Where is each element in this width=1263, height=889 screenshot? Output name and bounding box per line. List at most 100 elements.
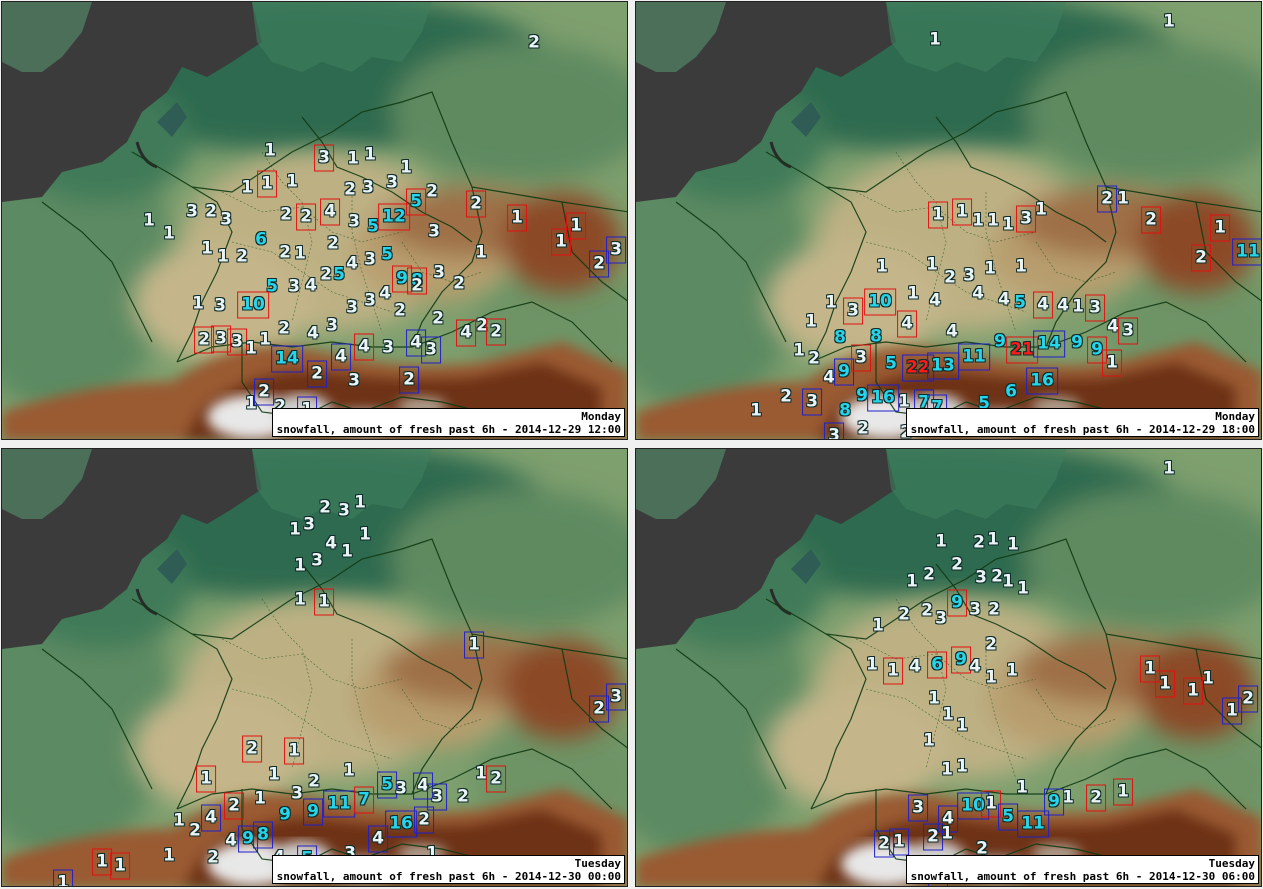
snowfall-value-marker: 2 <box>589 250 609 278</box>
snowfall-value-marker: 2 <box>988 599 1000 620</box>
snowfall-value-marker: 6 <box>1005 381 1017 402</box>
snowfall-value-marker: 3 <box>969 599 981 620</box>
snowfall-value-marker: 3 <box>935 608 947 629</box>
snowfall-value-marker: 1 <box>245 393 257 414</box>
snowfall-value-marker: 2 <box>194 326 214 354</box>
snowfall-value-marker: 1 <box>972 210 984 231</box>
snowfall-value-marker: 1 <box>92 848 112 876</box>
snowfall-value-marker: 1 <box>805 311 817 332</box>
snowfall-value-marker: 1 <box>793 340 805 361</box>
snowfall-value-marker: 1 <box>926 254 938 275</box>
snowfall-value-marker: 1 <box>294 555 306 576</box>
snowfall-value-marker: 1 <box>1007 534 1019 555</box>
snowfall-value-marker: 1 <box>1016 777 1028 798</box>
snowfall-value-marker: 1 <box>923 730 935 751</box>
snowfall-value-marker: 2 <box>426 181 438 202</box>
snowfall-value-marker: 1 <box>929 29 941 50</box>
snowfall-value-marker: 3 <box>421 336 441 364</box>
snowfall-value-marker: 4 <box>1057 295 1069 316</box>
snowfall-value-marker: 1 <box>143 210 155 231</box>
snowfall-value-marker: 14 <box>1033 330 1065 358</box>
snowfall-value-marker: 2 <box>528 32 540 53</box>
snowfall-value-marker: 1 <box>928 201 948 229</box>
snowfall-value-marker: 3 <box>802 388 822 416</box>
snowfall-value-marker: 4 <box>969 656 981 677</box>
snowfall-value-marker: 1 <box>257 170 277 198</box>
map-panel-1: 2 3 1 1 1 1 1 1 1 2 3 3 2 1 3 2 3 2 2 4 3 5 12 5 2 1 1 1 6 2 3 1 1 1 2 2 1 3 5… <box>1 1 628 440</box>
snowfall-value-marker: 1 <box>1210 214 1230 242</box>
snowfall-value-marker: 1 <box>1202 668 1214 689</box>
snowfall-value-marker: 1 <box>254 788 266 809</box>
snowfall-value-marker: 9 <box>303 798 323 826</box>
snowfall-value-marker: 2 <box>486 765 506 793</box>
snowfall-value-marker: 1 <box>464 631 484 659</box>
snowfall-value-marker: 1 <box>956 756 968 777</box>
snowfall-value-marker: 1 <box>259 329 271 350</box>
caption-day: Tuesday <box>1208 857 1255 870</box>
snowfall-value-marker: 2 <box>780 386 792 407</box>
snowfall-value-marker: 2 <box>308 771 320 792</box>
snowfall-value-marker: 2 <box>923 564 935 585</box>
snowfall-value-marker: 2 <box>985 634 997 655</box>
snowfall-value-marker: 8 <box>834 327 846 348</box>
snowfall-value-marker: 9 <box>994 331 1006 352</box>
snowfall-value-marker: 2 <box>1238 685 1258 713</box>
snowfall-value-marker: 1 <box>196 765 216 793</box>
snowfall-value-marker: 1 <box>354 492 366 513</box>
snowfall-value-marker: 2 <box>411 275 423 296</box>
snowfall-value-marker: 1 <box>475 242 487 263</box>
snowfall-value-marker: 5 <box>406 188 426 216</box>
snowfall-value-marker: 2 <box>242 735 262 763</box>
snowfall-value-marker: 1 <box>1102 349 1122 377</box>
snowfall-value-marker: 1 <box>906 571 918 592</box>
snowfall-value-marker: 10 <box>864 288 896 316</box>
snowfall-value-marker: 10 <box>237 291 269 319</box>
snowfall-value-marker: 4 <box>354 333 374 361</box>
snowfall-value-marker: 4 <box>225 830 237 851</box>
snowfall-value-marker: 1 <box>985 667 997 688</box>
caption-text: snowfall, amount of fresh past 6h - 2014… <box>910 870 1255 883</box>
snowfall-value-marker: 3 <box>186 201 198 222</box>
snowfall-value-marker: 21 <box>1006 336 1038 364</box>
snowfall-value-marker: 2 <box>414 806 434 834</box>
snowfall-value-marker: 16 <box>1026 367 1058 395</box>
snowfall-value-marker: 3 <box>362 177 374 198</box>
snowfall-value-marker: 1 <box>314 588 334 616</box>
snowfall-value-marker: 1 <box>987 529 999 550</box>
snowfall-value-marker: 2 <box>1086 784 1106 812</box>
snowfall-value-marker: 1 <box>907 283 919 304</box>
snowfall-value-marker: 1 <box>872 615 884 636</box>
snowfall-value-marker: 1 <box>163 845 175 866</box>
snowfall-value-marker: 5 <box>1014 292 1026 313</box>
snowfall-value-marker: 2 <box>1097 185 1117 213</box>
snowfall-value-marker: 2 <box>327 233 339 254</box>
snowfall-value-marker: 4 <box>305 275 317 296</box>
snowfall-value-marker: 3 <box>908 794 928 822</box>
snowfall-value-marker: 1 <box>984 258 996 279</box>
snowfall-value-marker: 2 <box>399 366 419 394</box>
map-caption: Monday snowfall, amount of fresh past 6h… <box>271 408 625 437</box>
snowfall-value-marker: 5 <box>998 803 1018 831</box>
snowfall-value-marker: 4 <box>1033 291 1053 319</box>
snowfall-value-marker: 3 <box>427 783 447 811</box>
snowfall-value-marker: 4 <box>909 656 921 677</box>
caption-day: Tuesday <box>574 857 621 870</box>
map-caption: Monday snowfall, amount of fresh past 6h… <box>905 408 1259 437</box>
snow-markers: 2 3 1 1 3 4 1 1 1 3 1 1 1 2 3 2 1 1 1 3 2 1 5 3 4 3 2 1 2 2 1 9 9 11 7 4 1 2 1… <box>2 449 627 886</box>
snowfall-value-marker: 2 <box>344 179 356 200</box>
snowfall-value-marker: 1 <box>343 760 355 781</box>
snowfall-value-marker: 9 <box>279 804 291 825</box>
snowfall-value-marker: 3 <box>214 295 226 316</box>
snowfall-value-marker: 3 <box>291 783 303 804</box>
snowfall-value-marker: 1 <box>876 256 888 277</box>
snowfall-value-marker: 2 <box>279 242 291 263</box>
snowfall-value-marker: 2 <box>307 360 327 388</box>
snowfall-value-marker: 4 <box>201 804 221 832</box>
snowfall-value-marker: 2 <box>486 318 506 346</box>
map-caption: Tuesday snowfall, amount of fresh past 6… <box>271 855 625 884</box>
snowfall-value-marker: 2 <box>224 792 244 820</box>
snowfall-value-marker: 6 <box>255 229 267 250</box>
snowfall-value-marker: 1 <box>1015 256 1027 277</box>
snowfall-value-marker: 1 <box>284 737 304 765</box>
snowfall-value-marker: 1 <box>400 157 412 178</box>
